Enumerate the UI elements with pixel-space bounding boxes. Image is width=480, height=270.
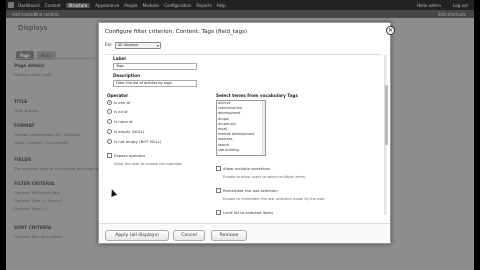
admin-toolbar: Dashboard Content Structure Appearance P… (6, 0, 474, 10)
label-input[interactable]: Tags (113, 63, 197, 70)
radio-label: Is empty (NULL) (114, 129, 145, 134)
checkbox-label: Allow multiple selections (223, 166, 271, 171)
browser-viewport: Dashboard Content Structure Appearance P… (6, 0, 474, 270)
menu-item-appearance[interactable]: Appearance (95, 3, 119, 8)
menu-item-configuration[interactable]: Configuration (164, 3, 191, 8)
shortcut-add-content[interactable]: Add content (12, 12, 36, 17)
radio-button[interactable] (107, 139, 112, 144)
operator-option-none-of[interactable]: Is none of (107, 119, 133, 124)
term-option[interactable]: site building (217, 148, 265, 153)
menu-item-content[interactable]: Content (45, 3, 61, 8)
radio-label: Is not empty (NOT NULL) (114, 139, 162, 144)
allow-multiple-checkbox-row[interactable]: Allow multiple selections (216, 166, 270, 171)
label-heading: Label (113, 56, 126, 61)
menu-item-modules[interactable]: Modules (143, 3, 160, 8)
checkbox[interactable] (216, 210, 221, 215)
operator-option-one-of[interactable]: Is one of (107, 100, 130, 105)
remember-hint: Enable to remember the last selection ma… (223, 197, 326, 201)
user-links: Hello admin Log out (405, 0, 468, 10)
description-input[interactable]: Filter the list of articles by tags (113, 80, 197, 87)
shortcut-find-content[interactable]: Find content (34, 12, 59, 17)
radio-button[interactable] (107, 100, 112, 105)
expose-operator-checkbox-row[interactable]: Expose operator (107, 153, 145, 158)
dialog-button-bar: Apply (all displays) Cancel Remove (99, 223, 390, 243)
allow-multiple-hint: Enable to allow users to select multiple… (223, 175, 306, 179)
operator-option-all-of[interactable]: Is all of (107, 109, 128, 114)
checkbox-label: Remember the last selection (223, 188, 278, 193)
home-icon[interactable] (8, 2, 14, 8)
expose-operator-hint: Allow the user to choose the operator. (114, 162, 183, 166)
dialog-scrollbar[interactable] (384, 55, 388, 215)
checkbox-label: Expose operator (114, 153, 146, 158)
hello-user-link[interactable]: Hello admin (417, 3, 441, 8)
radio-button[interactable] (107, 109, 112, 114)
shortcuts-bar: Add content Find content Edit shortcuts (6, 10, 474, 18)
remember-checkbox-row[interactable]: Remember the last selection (216, 188, 278, 193)
checkbox-label: Limit list to selected items (223, 210, 274, 215)
remove-button[interactable]: Remove (211, 230, 247, 241)
terms-multiselect[interactable]: archive command-line development drupal … (216, 100, 266, 156)
for-label: For (105, 43, 112, 48)
for-row: For All displays (105, 42, 161, 49)
scrollbar-thumb[interactable] (385, 85, 388, 145)
operator-option-not-empty[interactable]: Is not empty (NOT NULL) (107, 139, 161, 144)
checkbox[interactable] (107, 153, 112, 158)
dialog-scroll-area[interactable]: Label Tags Description Filter the list o… (103, 53, 388, 223)
menu-item-people[interactable]: People (124, 3, 137, 8)
for-displays-select[interactable]: All displays (114, 42, 161, 49)
edit-shortcuts-link[interactable]: Edit shortcuts (438, 12, 466, 17)
limit-list-checkbox-row[interactable]: Limit list to selected items (216, 210, 273, 215)
close-icon[interactable]: ✕ (386, 26, 395, 35)
radio-button[interactable] (107, 119, 112, 124)
filter-config-dialog: Configure filter criterion: Content: Tag… (98, 22, 391, 244)
divider (14, 58, 94, 59)
logout-link[interactable]: Log out (453, 3, 468, 8)
admin-menu: Dashboard Content Structure Appearance P… (18, 0, 231, 10)
dialog-title: Configure filter criterion: Content: Tag… (105, 29, 248, 35)
menu-item-reports[interactable]: Reports (196, 3, 211, 8)
operator-option-empty[interactable]: Is empty (NULL) (107, 129, 145, 134)
displays-heading: Displays (18, 24, 48, 32)
menu-item-help[interactable]: Help (217, 3, 226, 8)
apply-all-displays-button[interactable]: Apply (all displays) (105, 230, 169, 241)
description-heading: Description (113, 73, 141, 78)
terms-heading: Select terms from vocabulary Tags (216, 93, 298, 98)
divider (105, 54, 381, 55)
radio-label: Is none of (114, 119, 133, 124)
operator-heading: Operator (107, 93, 129, 98)
terms-scrollbar[interactable] (262, 101, 265, 155)
menu-item-dashboard[interactable]: Dashboard (18, 3, 40, 8)
radio-button[interactable] (107, 129, 112, 134)
menu-item-structure[interactable]: Structure (65, 2, 91, 8)
radio-label: Is one of (114, 100, 131, 105)
cancel-button[interactable]: Cancel (173, 230, 205, 241)
radio-label: Is all of (114, 109, 128, 114)
checkbox[interactable] (216, 166, 221, 171)
checkbox[interactable] (216, 188, 221, 193)
